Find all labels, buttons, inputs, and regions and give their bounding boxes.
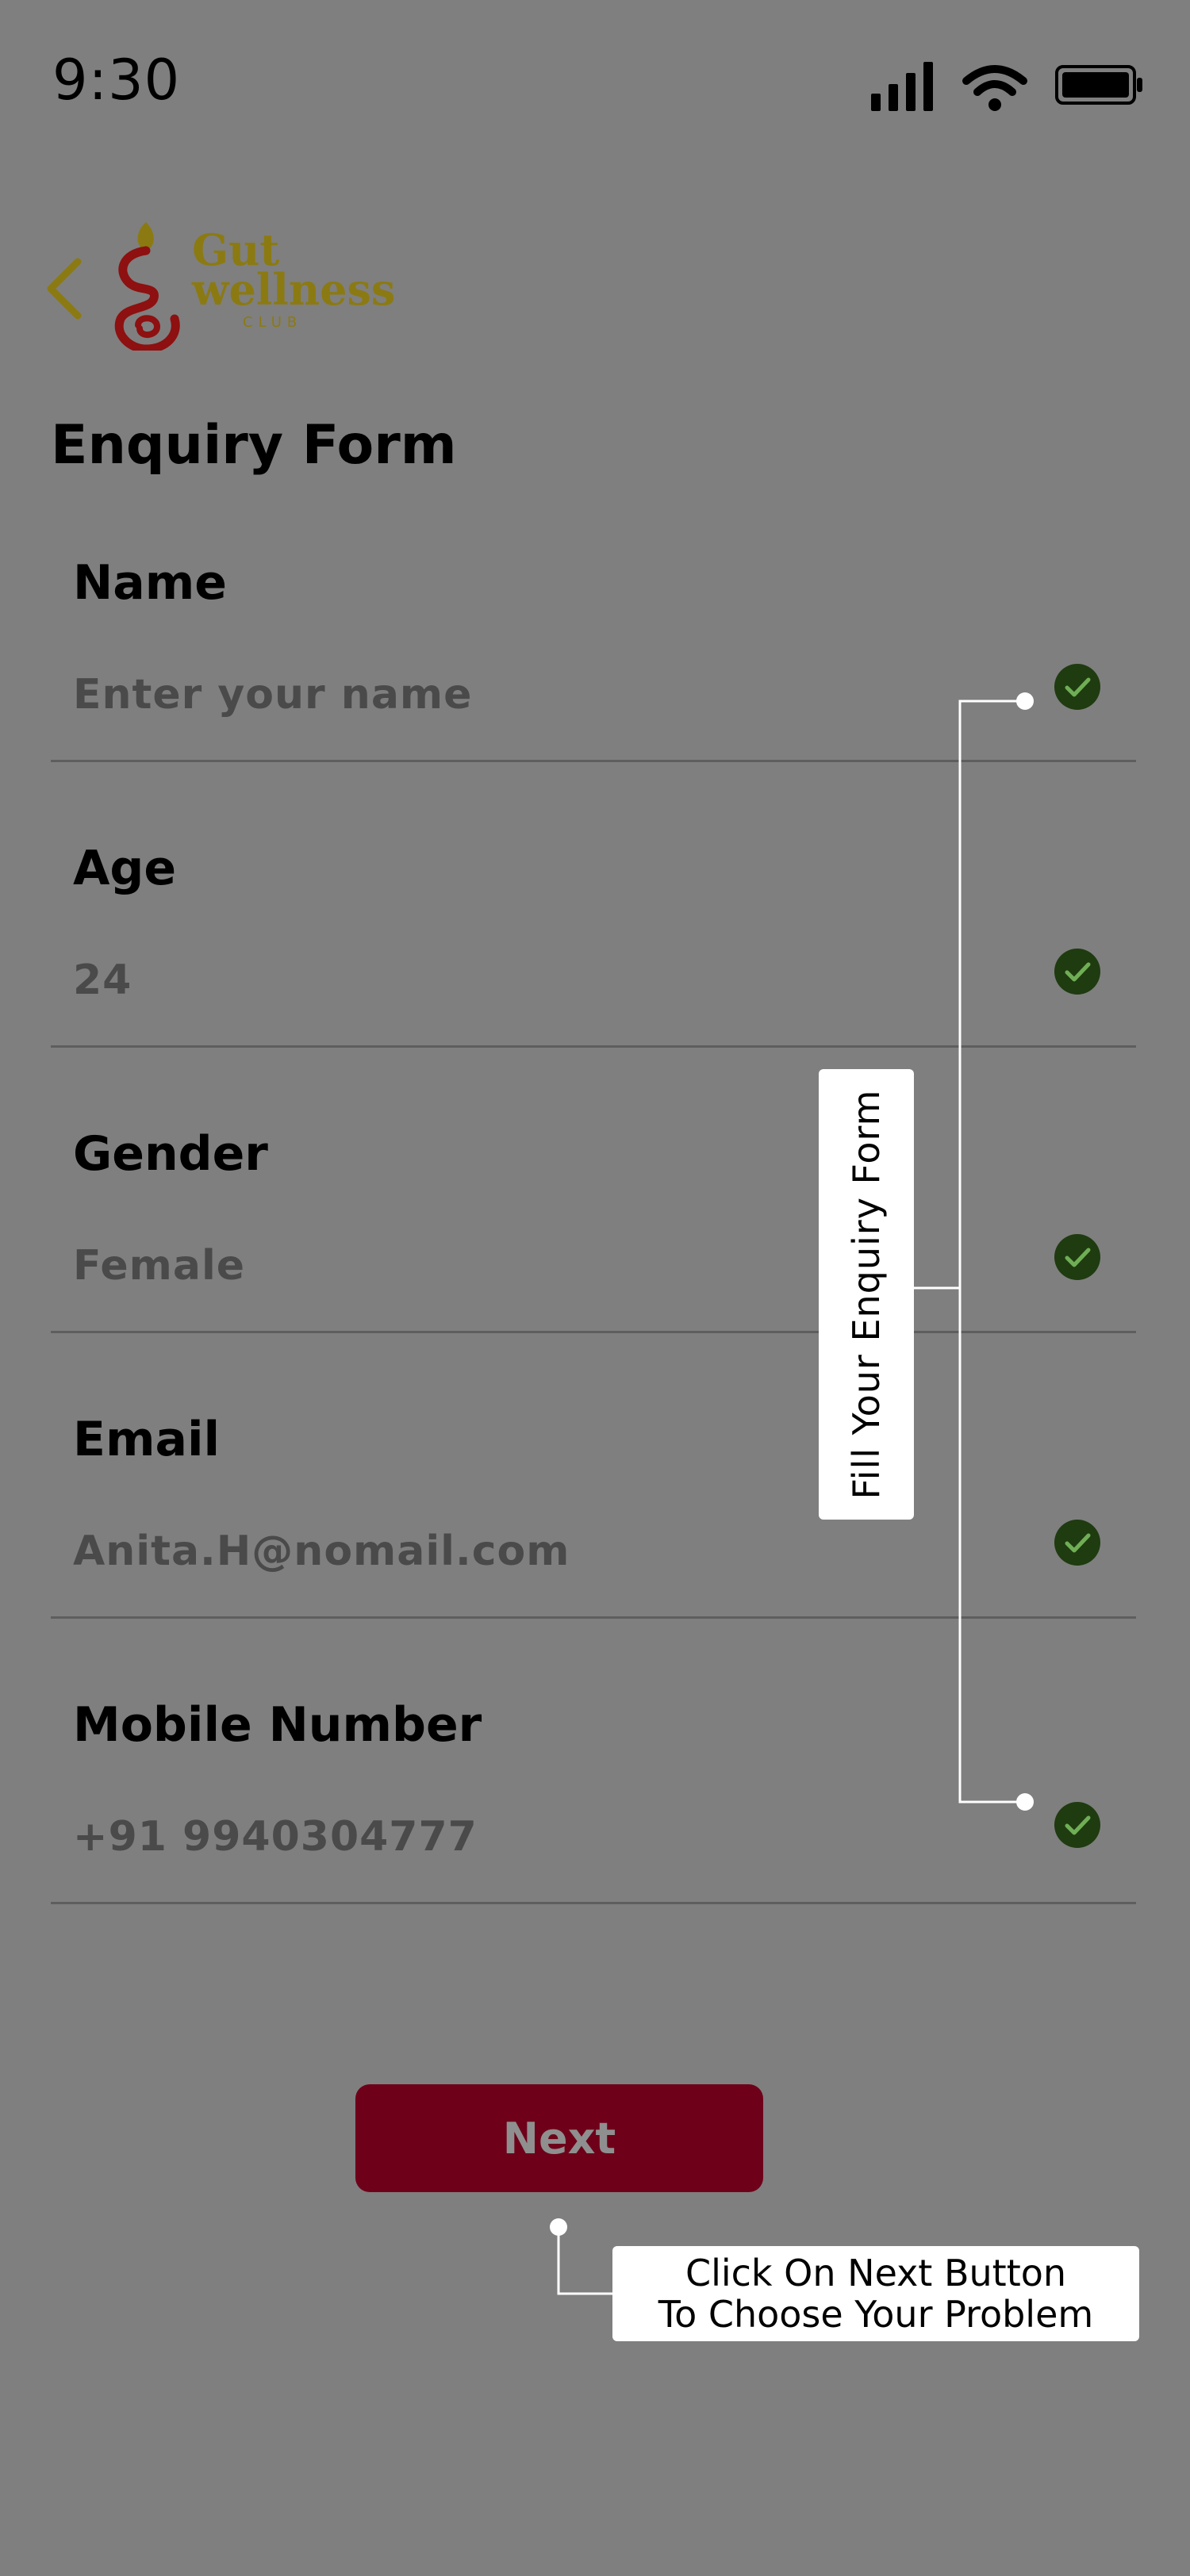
email-input[interactable]: Anita.H@nomail.com [73,1528,570,1575]
name-label: Name [73,555,227,611]
wifi-icon [962,65,1027,111]
gender-divider [51,1331,1136,1333]
mobile-field[interactable]: Mobile Number +91 9940304777 [51,1697,1136,1983]
age-divider [51,1045,1136,1048]
back-chevron-icon[interactable] [41,255,86,322]
form-hint-callout: Fill Your Enquiry Form [819,1069,914,1520]
name-divider [51,760,1136,762]
next-button[interactable]: Next [355,2084,763,2192]
name-input[interactable]: Enter your name [73,671,472,719]
page-title: Enquiry Form [51,414,457,477]
next-hint-line2: To Choose Your Problem [658,2293,1094,2336]
mobile-divider [51,1902,1136,1904]
battery-icon [1055,65,1142,105]
email-label: Email [73,1412,221,1467]
mobile-label: Mobile Number [73,1697,482,1753]
age-input[interactable]: 24 [73,956,132,1004]
signal-icon [871,62,933,111]
gender-check-icon [1054,1234,1100,1280]
gender-label: Gender [73,1126,268,1182]
svg-text:CLUB: CLUB [243,314,302,331]
age-field[interactable]: Age 24 [51,841,1136,1126]
logo-mark-icon: Gut wellness CLUB [114,222,395,354]
email-field[interactable]: Email Anita.H@nomail.com [51,1412,1136,1697]
next-hint-line1: Click On Next Button [685,2252,1067,2294]
mobile-input[interactable]: +91 9940304777 [73,1813,478,1861]
gender-field[interactable]: Gender Female [51,1126,1136,1412]
email-check-icon [1054,1520,1100,1566]
age-label: Age [73,841,177,896]
form-hint-text: Fill Your Enquiry Form [845,1089,888,1500]
name-check-icon [1054,664,1100,710]
svg-text:wellness: wellness [191,264,395,315]
email-divider [51,1616,1136,1619]
gender-input[interactable]: Female [73,1242,245,1290]
next-hint-callout: Click On Next Button To Choose Your Prob… [612,2246,1139,2341]
name-field[interactable]: Name Enter your name [51,555,1136,841]
gut-wellness-logo: Gut wellness CLUB [111,216,444,354]
status-time: 9:30 [52,48,181,113]
mobile-check-icon [1054,1802,1100,1848]
age-check-icon [1054,949,1100,995]
